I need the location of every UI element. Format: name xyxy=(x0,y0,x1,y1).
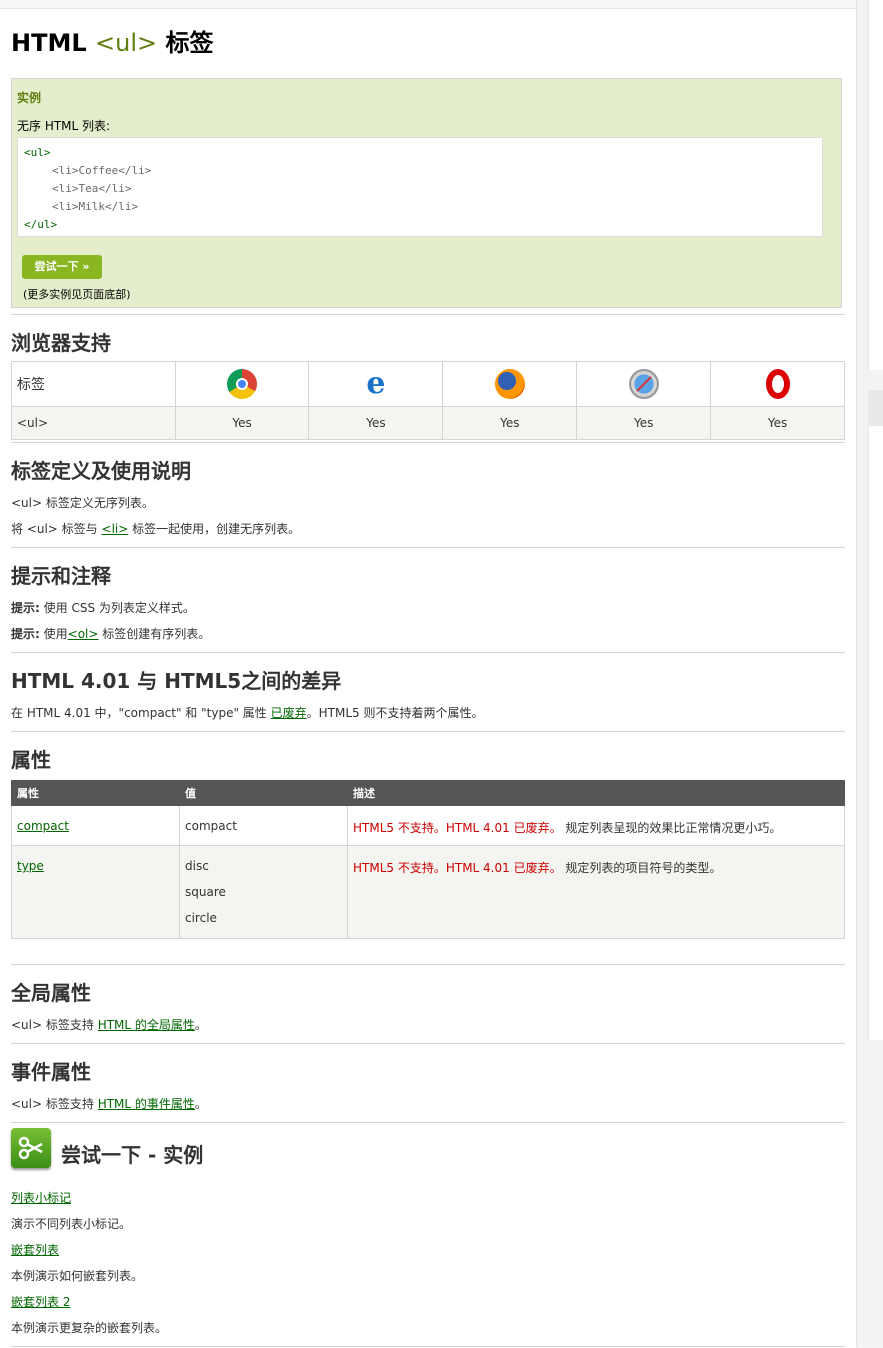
scissors-icon xyxy=(11,1128,51,1168)
divider xyxy=(11,314,845,315)
attr-name-cell: type xyxy=(11,845,180,939)
tryit-heading: 尝试一下 - 实例 xyxy=(61,1143,204,1167)
attr-desc: HTML5 不支持。HTML 4.01 已废弃。 规定列表呈现的效果比正常情况更… xyxy=(347,805,845,846)
safari-icon xyxy=(628,369,659,399)
tryit-desc-1: 演示不同列表小标记。 xyxy=(11,1217,132,1231)
tryit-link-1[interactable]: 列表小标记 xyxy=(11,1189,71,1206)
diff-heading: HTML 4.01 与 HTML5之间的差异 xyxy=(11,669,342,693)
column-header: 描述 xyxy=(347,780,845,806)
event-attr-text: <ul> 标签支持 HTML 的事件属性。 xyxy=(11,1097,207,1111)
example-label: 无序 HTML 列表: xyxy=(17,119,111,133)
browser-support-table: 标签 e <ul> Yes Yes Yes Yes Yes xyxy=(11,361,845,440)
attr-value: compact xyxy=(179,805,348,846)
browser-support-heading: 浏览器支持 xyxy=(11,331,111,355)
attr-value: square xyxy=(185,885,226,899)
divider xyxy=(11,442,845,443)
safari-cell xyxy=(576,361,712,407)
global-attr-link[interactable]: HTML 的全局属性 xyxy=(98,1018,195,1032)
divider xyxy=(11,964,845,965)
ol-link[interactable]: <ol> xyxy=(68,627,99,641)
example-header: 实例 xyxy=(17,91,42,105)
definition-text-2: 将 <ul> 标签与 <li> 标签一起使用，创建无序列表。 xyxy=(11,522,301,536)
main-content: HTML <ul> 标签 实例 无序 HTML 列表: <ul> <li>Cof… xyxy=(0,8,856,1348)
firefox-icon xyxy=(494,369,525,399)
code-line: <li>Milk</li> xyxy=(52,200,139,213)
support-value: Yes xyxy=(308,406,444,440)
li-link[interactable]: <li> xyxy=(102,522,129,536)
attr-link-type[interactable]: type xyxy=(17,859,44,873)
diff-text: 在 HTML 4.01 中，"compact" 和 "type" 属性 已废弃。… xyxy=(11,706,484,720)
opera-cell xyxy=(710,361,845,407)
page-title: HTML <ul> 标签 xyxy=(11,29,214,57)
example-box: 实例 无序 HTML 列表: <ul> <li>Coffee</li> <li>… xyxy=(11,78,842,308)
table-row: compact compact HTML5 不支持。HTML 4.01 已废弃。… xyxy=(11,805,845,846)
label-cell: 标签 xyxy=(11,361,176,407)
column-header: 值 xyxy=(179,780,348,806)
support-value: Yes xyxy=(576,406,712,440)
event-attr-heading: 事件属性 xyxy=(11,1060,91,1084)
divider xyxy=(11,1122,845,1123)
tip-1: 提示: 使用 CSS 为列表定义样式。 xyxy=(11,601,195,615)
tips-heading: 提示和注释 xyxy=(11,564,111,588)
opera-icon xyxy=(765,369,790,399)
attr-link-compact[interactable]: compact xyxy=(17,819,69,833)
attr-desc: HTML5 不支持。HTML 4.01 已废弃。 规定列表的项目符号的类型。 xyxy=(347,845,845,939)
definition-text: <ul> 标签定义无序列表。 xyxy=(11,496,154,510)
support-value: Yes xyxy=(174,406,310,440)
edge-icon: e xyxy=(360,369,391,399)
more-examples-note: (更多实例见页面底部) xyxy=(23,288,131,301)
attr-value: circle xyxy=(185,911,217,925)
attr-name-cell: compact xyxy=(11,805,180,846)
tryit-desc-2: 本例演示如何嵌套列表。 xyxy=(11,1269,144,1283)
code-line: <li>Coffee</li> xyxy=(52,164,152,177)
sidebar-panel-top xyxy=(868,0,883,370)
code-line: </ul> xyxy=(24,218,58,231)
global-attr-heading: 全局属性 xyxy=(11,981,91,1005)
table-row: type disc square circle HTML5 不支持。HTML 4… xyxy=(11,845,845,939)
code-line: <li>Tea</li> xyxy=(52,182,132,195)
tryit-link-2[interactable]: 嵌套列表 xyxy=(11,1241,59,1258)
attr-values: disc square circle xyxy=(179,845,348,939)
tryit-link-3[interactable]: 嵌套列表 2 xyxy=(11,1293,70,1310)
chrome-icon xyxy=(227,369,258,399)
definition-heading: 标签定义及使用说明 xyxy=(11,459,191,483)
divider xyxy=(11,547,845,548)
edge-cell: e xyxy=(308,361,444,407)
chrome-cell xyxy=(174,361,310,407)
support-value: Yes xyxy=(442,406,578,440)
event-attr-link[interactable]: HTML 的事件属性 xyxy=(98,1097,195,1111)
support-value: Yes xyxy=(710,406,845,440)
sidebar-panel xyxy=(868,390,883,1040)
try-it-button[interactable]: 尝试一下 » xyxy=(22,255,102,279)
tip-2: 提示: 使用<ol> 标签创建有序列表。 xyxy=(11,627,211,641)
firefox-cell xyxy=(442,361,578,407)
global-attr-text: <ul> 标签支持 HTML 的全局属性。 xyxy=(11,1018,207,1032)
divider xyxy=(11,1043,845,1044)
sidebar-tab[interactable] xyxy=(868,390,883,426)
deprecated-link[interactable]: 已废弃 xyxy=(271,706,307,720)
tryit-desc-3: 本例演示更复杂的嵌套列表。 xyxy=(11,1321,168,1335)
attributes-heading: 属性 xyxy=(11,748,51,772)
column-header: 属性 xyxy=(11,780,180,806)
code-block: <ul> <li>Coffee</li> <li>Tea</li> <li>Mi… xyxy=(17,137,823,237)
code-line: <ul> xyxy=(24,146,51,159)
attributes-table: 属性 值 描述 compact compact HTML5 不支持。HTML 4… xyxy=(11,780,845,939)
attr-value: disc xyxy=(185,859,209,873)
divider xyxy=(11,731,845,732)
divider xyxy=(11,652,845,653)
row-label: <ul> xyxy=(11,406,176,440)
